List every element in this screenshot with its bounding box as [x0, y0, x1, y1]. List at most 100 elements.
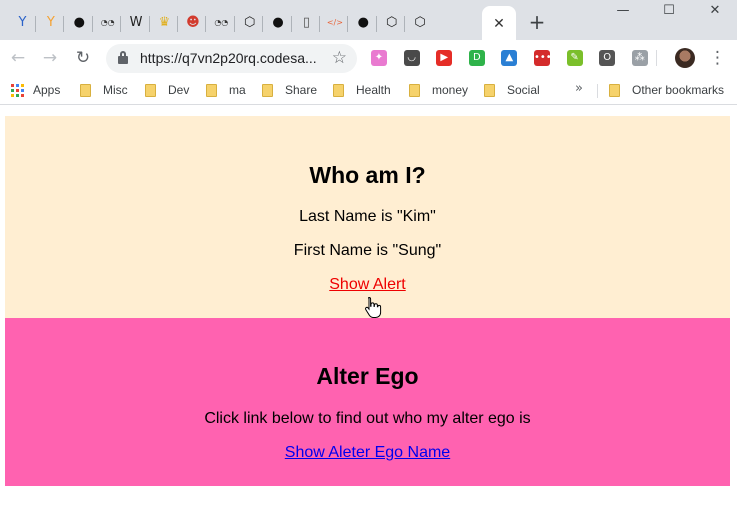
- o-extension-icon[interactable]: O: [599, 50, 616, 66]
- browser-tab[interactable]: ⬡: [407, 6, 434, 40]
- browser-tab[interactable]: ⬡: [378, 6, 406, 40]
- show-alter-ego-link[interactable]: Show Aleter Ego Name: [5, 444, 730, 462]
- browser-tab[interactable]: ♛: [151, 6, 178, 40]
- address-bar[interactable]: https://q7vn2p20rq.codesa... ☆: [106, 44, 357, 73]
- wikipedia-icon: W: [129, 15, 143, 30]
- folder-icon: [145, 83, 156, 97]
- tab-separator: [262, 16, 264, 32]
- codesandbox-icon: ⬡: [386, 15, 398, 30]
- forward-button[interactable]: →: [40, 48, 60, 68]
- tab-separator: [290, 16, 292, 32]
- browser-toolbar: ← → ↻ https://q7vn2p20rq.codesa... ☆ ✦ ◡ ▶…: [0, 40, 737, 76]
- bookmark-apps[interactable]: Apps: [11, 81, 60, 99]
- crown-icon: ♛: [158, 15, 171, 30]
- code-icon: </>: [326, 18, 343, 27]
- toolbar-divider: [656, 50, 657, 66]
- last-name-text: Last Name is "Kim": [299, 208, 436, 225]
- bookmark-folder[interactable]: Dev: [145, 81, 189, 99]
- browser-tab[interactable]: ⬡: [236, 6, 264, 40]
- orange-y-icon: Y: [46, 15, 55, 30]
- url-text[interactable]: https://q7vn2p20rq.codesa...: [140, 50, 320, 66]
- apps-grid-icon: [11, 83, 24, 97]
- github-icon: ●: [272, 15, 284, 30]
- browser-tab[interactable]: ●: [350, 6, 377, 40]
- network-extension-icon[interactable]: ⁂: [631, 50, 648, 66]
- show-alert-link[interactable]: Show Alert: [5, 276, 730, 294]
- tab-separator: [63, 16, 65, 32]
- glasses-icon: ◔◔: [100, 18, 115, 27]
- bookmarks-bar: Apps Misc Dev ma Share Health money Social » O…: [0, 76, 737, 105]
- tab-separator: [148, 16, 150, 32]
- github-icon: ●: [73, 15, 85, 30]
- hand-cursor-icon: [365, 296, 382, 318]
- browser-tab[interactable]: ◔◔: [94, 6, 122, 40]
- minimize-button[interactable]: —: [600, 3, 646, 23]
- browser-tab[interactable]: ☻: [179, 6, 207, 40]
- first-name-text: First Name is "Sung": [293, 242, 442, 259]
- bookmark-folder[interactable]: money: [409, 81, 468, 99]
- browser-tab[interactable]: </>: [321, 6, 349, 40]
- bookmark-folder-label: Social: [507, 83, 540, 97]
- tab-separator: [404, 16, 406, 32]
- page-viewport: Who am I? Last Name is "Kim" First Name …: [0, 106, 737, 513]
- bookmark-star-icon[interactable]: ☆: [332, 48, 347, 68]
- tab-separator: [205, 16, 207, 32]
- bookmark-folder[interactable]: ma: [206, 81, 246, 99]
- tab-separator: [120, 16, 122, 32]
- browser-tab[interactable]: Y: [9, 6, 36, 40]
- browser-tab[interactable]: ●: [66, 6, 93, 40]
- folder-icon: [333, 83, 344, 97]
- back-button[interactable]: ←: [8, 48, 28, 68]
- bookmark-folder-label: Share: [285, 83, 318, 97]
- menu-icon[interactable]: ⋮: [709, 48, 726, 68]
- bookmark-folder[interactable]: Misc: [80, 81, 128, 99]
- santa-icon: ☻: [186, 15, 200, 30]
- close-tab-icon[interactable]: ✕: [493, 15, 505, 32]
- pocket-extension-icon[interactable]: ◡: [403, 50, 420, 66]
- bookmark-folder-label: Misc: [103, 83, 128, 97]
- folder-icon: [484, 83, 495, 97]
- red-badge-extension-icon[interactable]: •••: [534, 50, 552, 66]
- tab-separator: [319, 16, 320, 32]
- tab-separator: [347, 16, 349, 32]
- maximize-button[interactable]: ☐: [646, 3, 692, 23]
- bookmark-folder[interactable]: Health: [333, 81, 391, 99]
- browser-tab[interactable]: ▯: [293, 6, 320, 40]
- unicorn-extension-icon[interactable]: ✦: [371, 50, 387, 66]
- browser-tab[interactable]: Y: [37, 6, 65, 40]
- browser-tab[interactable]: ●: [265, 6, 292, 40]
- dot-extension-icon[interactable]: D: [468, 50, 485, 66]
- new-tab-button[interactable]: +: [527, 12, 547, 32]
- youtube-extension-icon[interactable]: ▶: [436, 50, 453, 66]
- folder-icon: [609, 83, 620, 97]
- tab-separator: [375, 16, 377, 32]
- bookmark-folder[interactable]: Share: [262, 81, 317, 99]
- bookmark-other[interactable]: Other bookmarks: [609, 81, 724, 99]
- alter-ego-section: Alter Ego Click link below to find out w…: [5, 318, 730, 486]
- alter-ego-instructions: Click link below to find out who my alte…: [204, 410, 531, 427]
- folder-icon: [80, 83, 91, 97]
- who-am-i-heading: Who am I?: [309, 162, 426, 188]
- folder-icon: [409, 83, 420, 97]
- tab-separator: [91, 16, 93, 32]
- bookmark-folder[interactable]: Social: [484, 81, 540, 99]
- triangle-extension-icon[interactable]: ▲: [501, 50, 518, 66]
- profile-avatar[interactable]: [675, 48, 695, 68]
- y-logo-icon: Y: [18, 15, 27, 30]
- tab-separator: [233, 16, 235, 32]
- bookmark-folder-label: ma: [229, 83, 246, 97]
- broom-extension-icon[interactable]: ✎: [566, 50, 583, 66]
- document-icon: ▯: [302, 15, 311, 30]
- lock-icon: [118, 51, 128, 65]
- folder-icon: [206, 83, 217, 97]
- tab-separator: [177, 16, 178, 32]
- reload-button[interactable]: ↻: [73, 48, 93, 68]
- browser-tab[interactable]: ◔◔: [208, 6, 235, 40]
- alter-ego-heading: Alter Ego: [316, 363, 419, 389]
- active-tab[interactable]: ✕: [482, 6, 516, 40]
- bookmarks-overflow-icon[interactable]: »: [575, 81, 583, 96]
- bookmark-other-label: Other bookmarks: [632, 83, 725, 97]
- close-window-button[interactable]: ✕: [692, 3, 737, 23]
- glasses-icon: ◔◔: [214, 18, 229, 27]
- browser-tab[interactable]: W: [123, 6, 150, 40]
